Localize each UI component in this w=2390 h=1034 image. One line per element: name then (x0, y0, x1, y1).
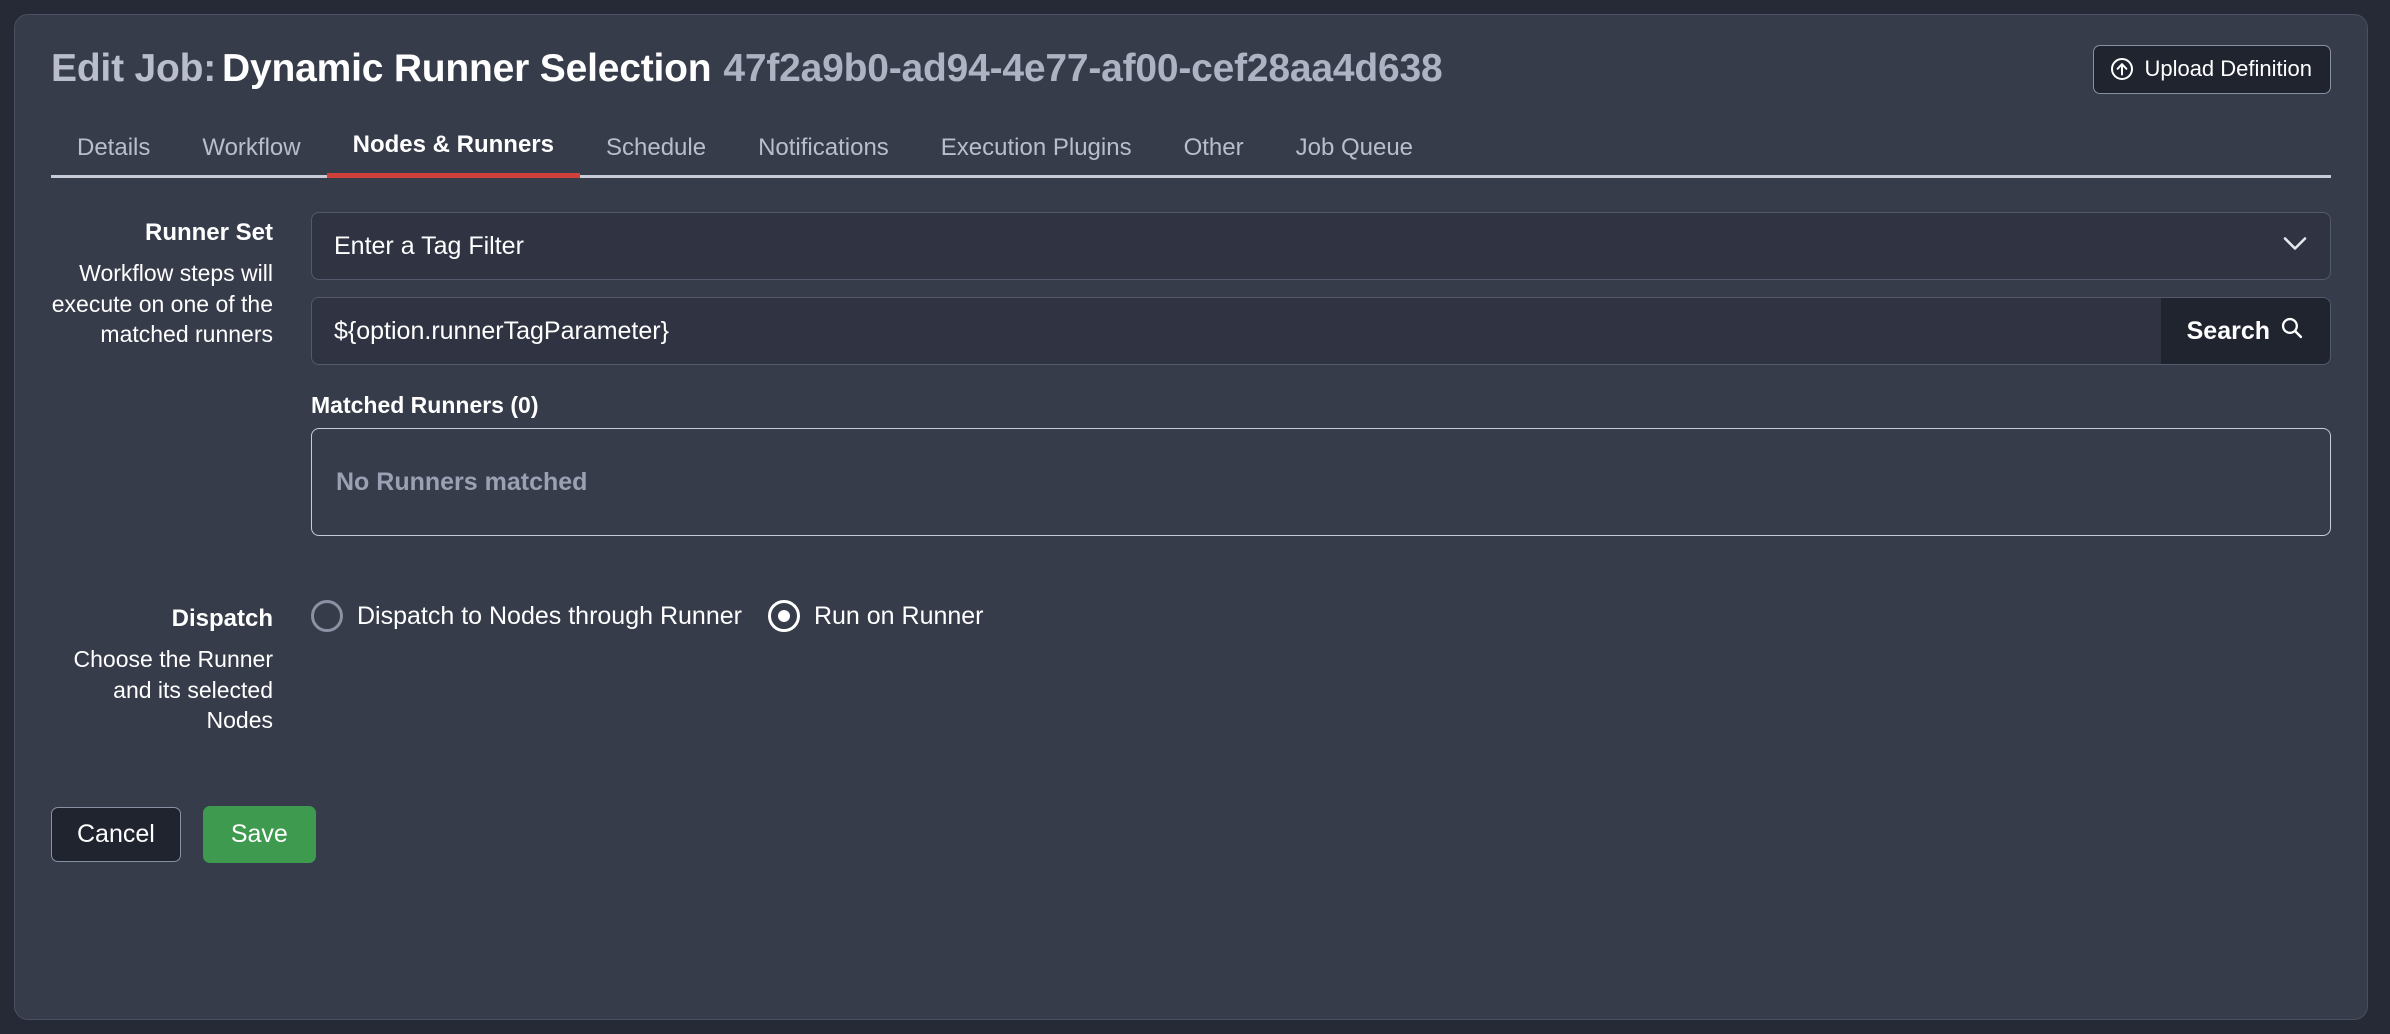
search-icon (2279, 315, 2304, 347)
tab-nodes-and-runners[interactable]: Nodes & Runners (326, 125, 580, 178)
runner-set-label: Runner Set (144, 219, 273, 246)
matched-runners-box: No Runners matched (311, 428, 2331, 536)
card-header: Edit Job: Dynamic Runner Selection 47f2a9b… (51, 15, 2331, 94)
dispatch-row: Dispatch Choose the Runner and its selec… (51, 598, 2331, 736)
dispatch-label-block: Dispatch Choose the Runner and its selec… (51, 598, 273, 736)
dispatch-option-run-on-runner[interactable]: Run on Runner (767, 600, 984, 632)
dispatch-description: Choose the Runner and its selected Nodes (73, 646, 273, 734)
save-button[interactable]: Save (202, 805, 316, 864)
dispatch-content: Dispatch to Nodes through Runner Run on … (273, 598, 2331, 632)
dispatch-option-nodes-through-runner-label: Dispatch to Nodes through Runner (357, 601, 742, 630)
page-title-job-uuid: 47f2a9b0-ad94-4e77-af00-cef28aa4d638 (723, 47, 1443, 91)
runner-set-row: Runner Set Workflow steps will execute o… (51, 212, 2331, 536)
runner-set-content: Enter a Tag Filter Search (273, 212, 2331, 536)
edit-job-card: Edit Job: Dynamic Runner Selection 47f2a9b… (14, 14, 2368, 1020)
page-title: Edit Job: Dynamic Runner Selection 47f2a9b… (51, 46, 1443, 93)
upload-definition-button[interactable]: Upload Definition (2093, 45, 2331, 94)
radio-selected-icon[interactable] (767, 600, 800, 632)
tab-details[interactable]: Details (51, 128, 176, 178)
radio-unselected-icon[interactable] (311, 600, 343, 632)
dispatch-label: Dispatch (171, 605, 273, 632)
tag-filter-select-value: Enter a Tag Filter (334, 231, 524, 260)
runner-set-label-block: Runner Set Workflow steps will execute o… (51, 212, 273, 350)
dispatch-radio-group: Dispatch to Nodes through Runner Run on … (311, 598, 2331, 632)
form-footer: Cancel Save (51, 805, 2331, 864)
search-button[interactable]: Search (2160, 298, 2330, 364)
dispatch-option-run-on-runner-label: Run on Runner (813, 601, 984, 630)
page-title-prefix: Edit Job: (51, 47, 217, 91)
upload-circle-icon (2110, 57, 2134, 81)
page-title-job-name: Dynamic Runner Selection (222, 47, 712, 91)
tag-filter-select[interactable]: Enter a Tag Filter (311, 212, 2331, 280)
job-tabs: Details Workflow Nodes & Runners Schedul… (51, 122, 2331, 178)
runner-tag-search-input[interactable] (312, 298, 2161, 364)
tab-execution-plugins[interactable]: Execution Plugins (915, 128, 1158, 178)
chevron-down-icon (2282, 236, 2308, 257)
tab-job-queue[interactable]: Job Queue (1270, 128, 1439, 178)
runner-set-description: Workflow steps will execute on one of th… (51, 260, 273, 348)
cancel-button[interactable]: Cancel (51, 806, 181, 863)
matched-runners-empty-message: No Runners matched (336, 467, 588, 496)
runner-tag-search-group: Search (311, 297, 2331, 365)
tab-other[interactable]: Other (1158, 128, 1270, 178)
tab-schedule[interactable]: Schedule (580, 128, 732, 178)
matched-runners-title: Matched Runners (0) (311, 392, 539, 418)
tab-notifications[interactable]: Notifications (732, 128, 915, 178)
upload-definition-label: Upload Definition (2144, 56, 2312, 81)
page-background: Edit Job: Dynamic Runner Selection 47f2a9b… (0, 0, 2390, 1034)
tab-workflow[interactable]: Workflow (176, 128, 326, 178)
nodes-and-runners-form: Runner Set Workflow steps will execute o… (51, 212, 2331, 864)
search-button-label: Search (2186, 316, 2270, 345)
dispatch-option-nodes-through-runner[interactable]: Dispatch to Nodes through Runner (311, 600, 742, 632)
